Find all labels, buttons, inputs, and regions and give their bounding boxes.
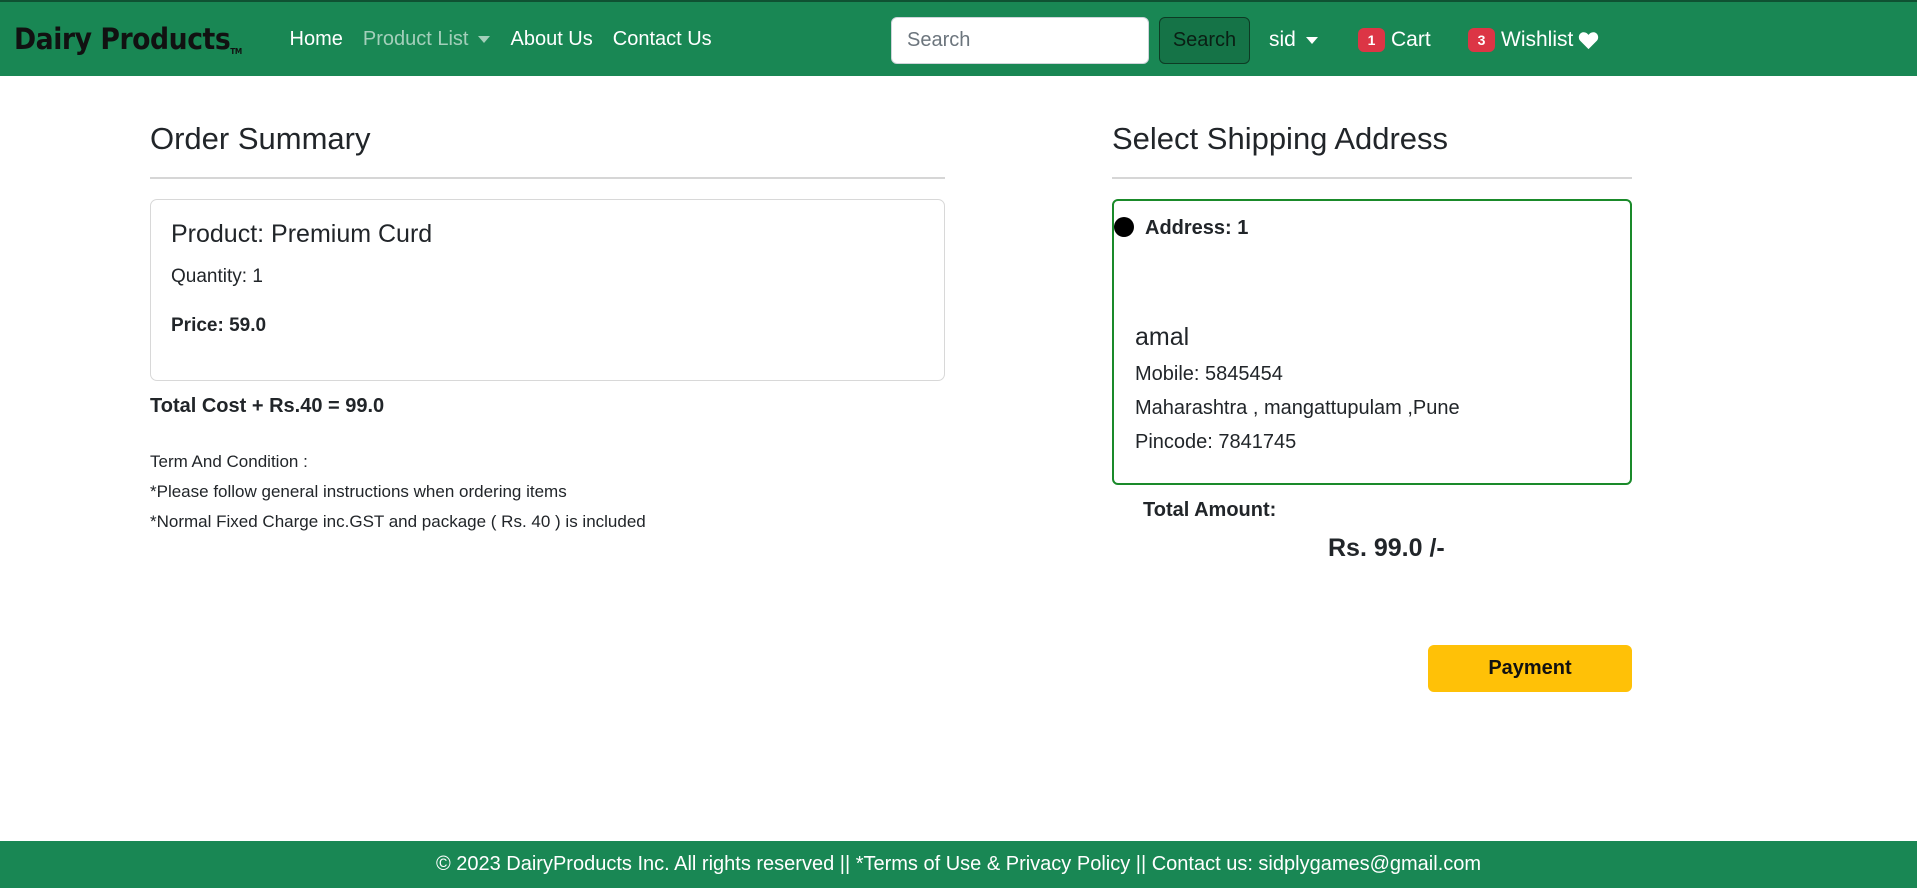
wishlist-label: Wishlist bbox=[1501, 28, 1574, 51]
search-button[interactable]: Search bbox=[1159, 17, 1250, 64]
top-navbar: Dairy ProductsTM Home Product List About… bbox=[0, 0, 1917, 76]
total-amount-value: Rs. 99.0 /- bbox=[1328, 534, 1445, 562]
nav-home-link[interactable]: Home bbox=[290, 28, 343, 51]
nav-product-list-dropdown[interactable]: Product List bbox=[363, 28, 491, 51]
order-summary-title: Order Summary bbox=[150, 121, 371, 156]
wishlist-link[interactable]: 3 Wishlist bbox=[1468, 28, 1599, 52]
address-mobile: Mobile: 5845454 bbox=[1135, 363, 1283, 385]
caret-down-icon bbox=[1305, 36, 1318, 44]
caret-down-icon bbox=[478, 35, 491, 43]
brand-text: Dairy Products bbox=[14, 22, 231, 56]
brand-trademark: TM bbox=[230, 47, 242, 56]
product-name: Product: Premium Curd bbox=[171, 220, 433, 248]
wishlist-count-badge: 3 bbox=[1468, 28, 1495, 52]
total-amount-label: Total Amount: bbox=[1143, 499, 1277, 521]
cart-link[interactable]: 1 Cart bbox=[1358, 28, 1431, 52]
address-radio-button[interactable] bbox=[1114, 217, 1134, 237]
nav-contact-link[interactable]: Contact Us bbox=[613, 28, 712, 51]
product-list-label: Product List bbox=[362, 27, 469, 50]
username-label: sid bbox=[1269, 28, 1296, 51]
terms-and-conditions: Term And Condition : *Please follow gene… bbox=[150, 447, 646, 537]
address-card[interactable]: Address: 1 amal Mobile: 5845454 Maharash… bbox=[1112, 199, 1632, 485]
nav-about-link[interactable]: About Us bbox=[510, 28, 592, 51]
cart-label: Cart bbox=[1391, 28, 1431, 51]
address-location: Maharashtra , mangattupulam ,Pune bbox=[1135, 397, 1460, 419]
terms-line: *Please follow general instructions when… bbox=[150, 482, 567, 501]
footer: © 2023 DairyProducts Inc. All rights res… bbox=[0, 841, 1917, 888]
shipping-address-title: Select Shipping Address bbox=[1112, 121, 1449, 156]
user-dropdown[interactable]: sid bbox=[1269, 28, 1318, 52]
address-label: Address: 1 bbox=[1145, 217, 1249, 239]
terms-line: *Normal Fixed Charge inc.GST and package… bbox=[150, 512, 646, 531]
cart-count-badge: 1 bbox=[1358, 28, 1385, 52]
footer-text: © 2023 DairyProducts Inc. All rights res… bbox=[435, 853, 1482, 875]
total-cost: Total Cost + Rs.40 = 99.0 bbox=[150, 395, 385, 417]
divider bbox=[150, 177, 945, 179]
terms-heading: Term And Condition : bbox=[150, 452, 308, 471]
address-pincode: Pincode: 7841745 bbox=[1135, 431, 1297, 453]
product-price: Price: 59.0 bbox=[171, 315, 267, 336]
product-quantity: Quantity: 1 bbox=[171, 266, 263, 287]
brand-logo[interactable]: Dairy ProductsTM bbox=[14, 22, 242, 56]
search-input[interactable] bbox=[891, 17, 1149, 64]
payment-button[interactable]: Payment bbox=[1428, 645, 1632, 692]
product-card: Product: Premium Curd Quantity: 1 Price:… bbox=[150, 199, 945, 381]
address-name: amal bbox=[1135, 323, 1190, 351]
divider bbox=[1112, 177, 1632, 179]
heart-icon bbox=[1579, 31, 1599, 49]
